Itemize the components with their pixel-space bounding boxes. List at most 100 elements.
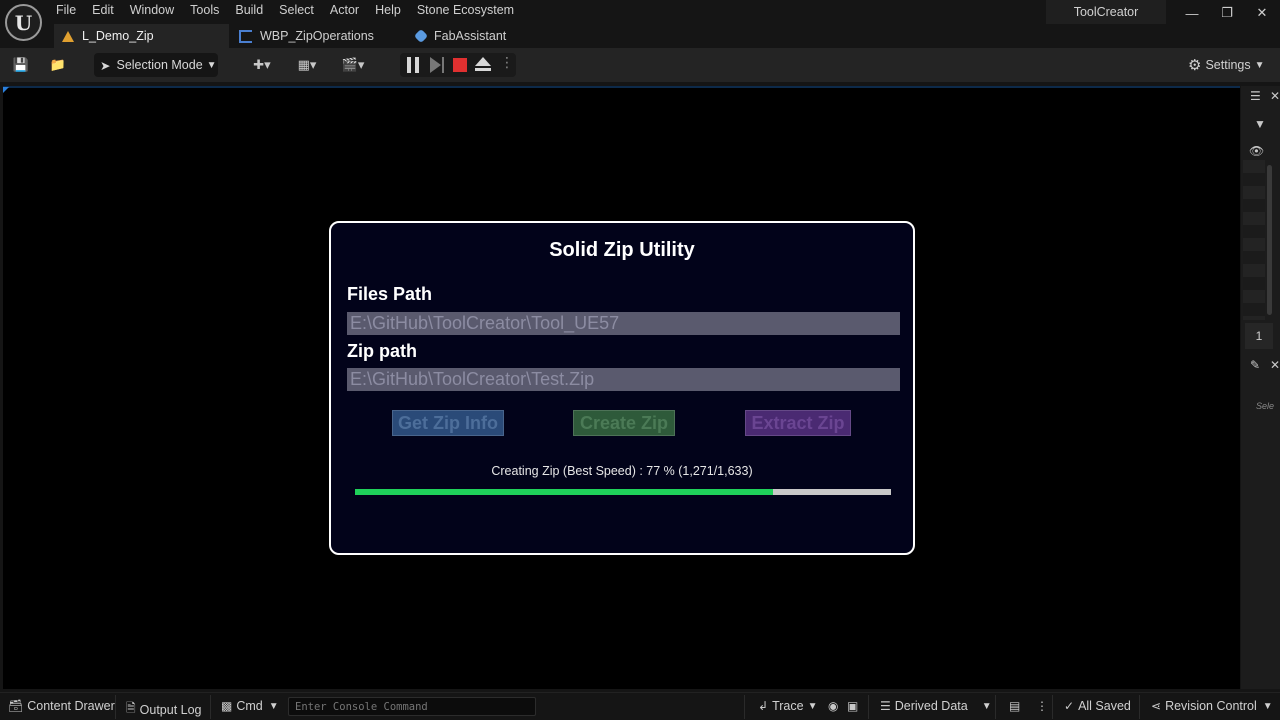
trace-dropdown[interactable]: ↲ Trace ▼ [758,699,817,713]
settings-label: Settings [1205,58,1251,72]
derived-data-dropdown[interactable]: ☰ Derived Data ▼ [880,699,992,713]
widget-blueprint-icon [239,29,252,43]
get-zip-info-button[interactable]: Get Zip Info [392,410,504,436]
console-command-input[interactable] [288,697,536,716]
divider [868,695,869,719]
create-zip-button[interactable]: Create Zip [573,410,675,436]
tab-label: FabAssistant [434,29,507,43]
progress-bar-fill [355,489,774,495]
chevron-down-icon: ▼ [268,700,279,712]
menu-file[interactable]: File [48,0,84,22]
output-log-icon: 🗎 [126,701,136,715]
frame-skip-icon[interactable] [430,57,446,73]
gear-icon: ⚙ [1188,57,1202,74]
terminal-icon: ▩ [221,699,233,713]
eject-icon[interactable] [475,57,491,73]
chevron-down-icon: ▼ [1254,59,1265,71]
content-drawer-button[interactable]: 🗃 Content Drawer [8,699,115,713]
menu-bar: File Edit Window Tools Build Select Acto… [48,0,522,22]
chevron-down-icon: ▼ [807,700,818,712]
derived-data-icon: ☰ [880,699,891,713]
settings-button[interactable]: ⚙ Settings ▼ [1188,56,1265,74]
viewport-focus-indicator [3,87,9,93]
cmd-label: Cmd [236,699,263,713]
details-hint: Sele [1256,401,1275,411]
save-status-icon: ✓ [1064,699,1075,713]
menu-build[interactable]: Build [227,0,271,22]
screenshot-icon[interactable]: ▣ [847,699,862,713]
more-options-icon[interactable]: ⋮ [500,54,516,70]
menu-tools[interactable]: Tools [182,0,227,22]
record-icon[interactable]: ◉ [828,699,842,713]
stop-icon[interactable] [453,58,467,72]
project-name: ToolCreator [1046,0,1166,24]
tab-fabassistant[interactable]: FabAssistant [408,24,583,48]
output-log-button[interactable]: 🗎 Output Log [126,699,202,720]
menu-actor[interactable]: Actor [322,0,367,22]
minimize-icon[interactable]: — [1180,4,1204,22]
files-path-input[interactable] [347,312,900,335]
selection-mode-label: Selection Mode [116,58,203,72]
tab-label: WBP_ZipOperations [260,29,374,43]
title-bar: U File Edit Window Tools Build Select Ac… [0,0,1280,48]
level-icon [62,30,74,42]
restore-icon[interactable]: ❐ [1215,4,1239,22]
outliner-scrollbar[interactable] [1267,165,1272,315]
all-saved-button[interactable]: ✓ All Saved [1064,699,1131,713]
divider [210,695,211,719]
play-controls: ⋮ [400,53,516,77]
filter-icon[interactable]: ▼ [1254,117,1266,131]
zip-path-label: Zip path [347,341,417,361]
output-log-label: Output Log [139,702,202,717]
derived-data-label: Derived Data [894,699,968,713]
tab-wbp-zipoperations[interactable]: WBP_ZipOperations [231,24,406,48]
menu-select[interactable]: Select [271,0,322,22]
cinematics-icon[interactable]: 🎬▾ [338,56,368,74]
more-options-icon[interactable]: ⋮ [1036,699,1052,713]
browse-content-icon[interactable]: 📁 [49,56,67,74]
blueprint-icon[interactable]: ▦▾ [292,56,322,74]
stats-icon[interactable]: ▤ [1009,699,1024,713]
fab-icon [413,28,429,44]
extract-zip-button[interactable]: Extract Zip [745,410,851,436]
revision-control-label: Revision Control [1165,699,1257,713]
menu-stone-ecosystem[interactable]: Stone Ecosystem [409,0,522,22]
tab-label: L_Demo_Zip [82,29,154,43]
unreal-logo-icon[interactable]: U [5,4,42,41]
divider [744,695,745,719]
menu-window[interactable]: Window [122,0,182,22]
cursor-icon: ➤ [100,58,111,73]
revision-control-dropdown[interactable]: ⋖ Revision Control ▼ [1151,699,1273,713]
outliner-icon[interactable]: ☰ [1250,89,1261,103]
files-path-label: Files Path [347,284,433,304]
divider [115,695,116,719]
divider [1139,695,1140,719]
trace-icon: ↲ [758,699,769,713]
progress-bar [355,489,891,495]
add-actor-icon[interactable]: ✚▾ [247,56,277,74]
all-saved-label: All Saved [1078,699,1131,713]
widget-title: Solid Zip Utility [549,239,695,261]
close-icon[interactable]: ✕ [1250,4,1274,22]
tab-l-demo-zip[interactable]: L_Demo_Zip [54,24,229,48]
divider [995,695,996,719]
document-tabs: L_Demo_Zip WBP_ZipOperations FabAssistan… [54,24,585,48]
progress-status-text: Creating Zip (Best Speed) : 77 % (1,271/… [491,464,753,478]
menu-edit[interactable]: Edit [84,0,122,22]
pause-icon[interactable] [407,57,419,73]
save-icon[interactable]: 💾 [12,56,30,74]
main-toolbar: 💾 📁 ➤ Selection Mode ▼ ✚▾ ▦▾ 🎬▾ ⋮ ⚙ Sett… [0,48,1280,82]
close-panel-icon[interactable]: ✕ [1270,89,1280,103]
eye-icon[interactable]: 👁 [1249,144,1264,158]
menu-help[interactable]: Help [367,0,409,22]
selection-mode-dropdown[interactable]: ➤ Selection Mode ▼ [94,53,218,77]
chevron-down-icon: ▼ [1262,700,1273,712]
divider [1052,695,1053,719]
cmd-dropdown[interactable]: ▩ Cmd ▼ [221,699,279,713]
chevron-down-icon: ▼ [206,59,217,71]
revision-control-icon: ⋖ [1151,699,1162,713]
details-pencil-icon[interactable]: ✎ [1250,358,1260,372]
close-details-icon[interactable]: ✕ [1270,358,1280,372]
zip-utility-widget: Solid Zip Utility Files Path Zip path Ge… [329,221,915,555]
zip-path-input[interactable] [347,368,900,391]
